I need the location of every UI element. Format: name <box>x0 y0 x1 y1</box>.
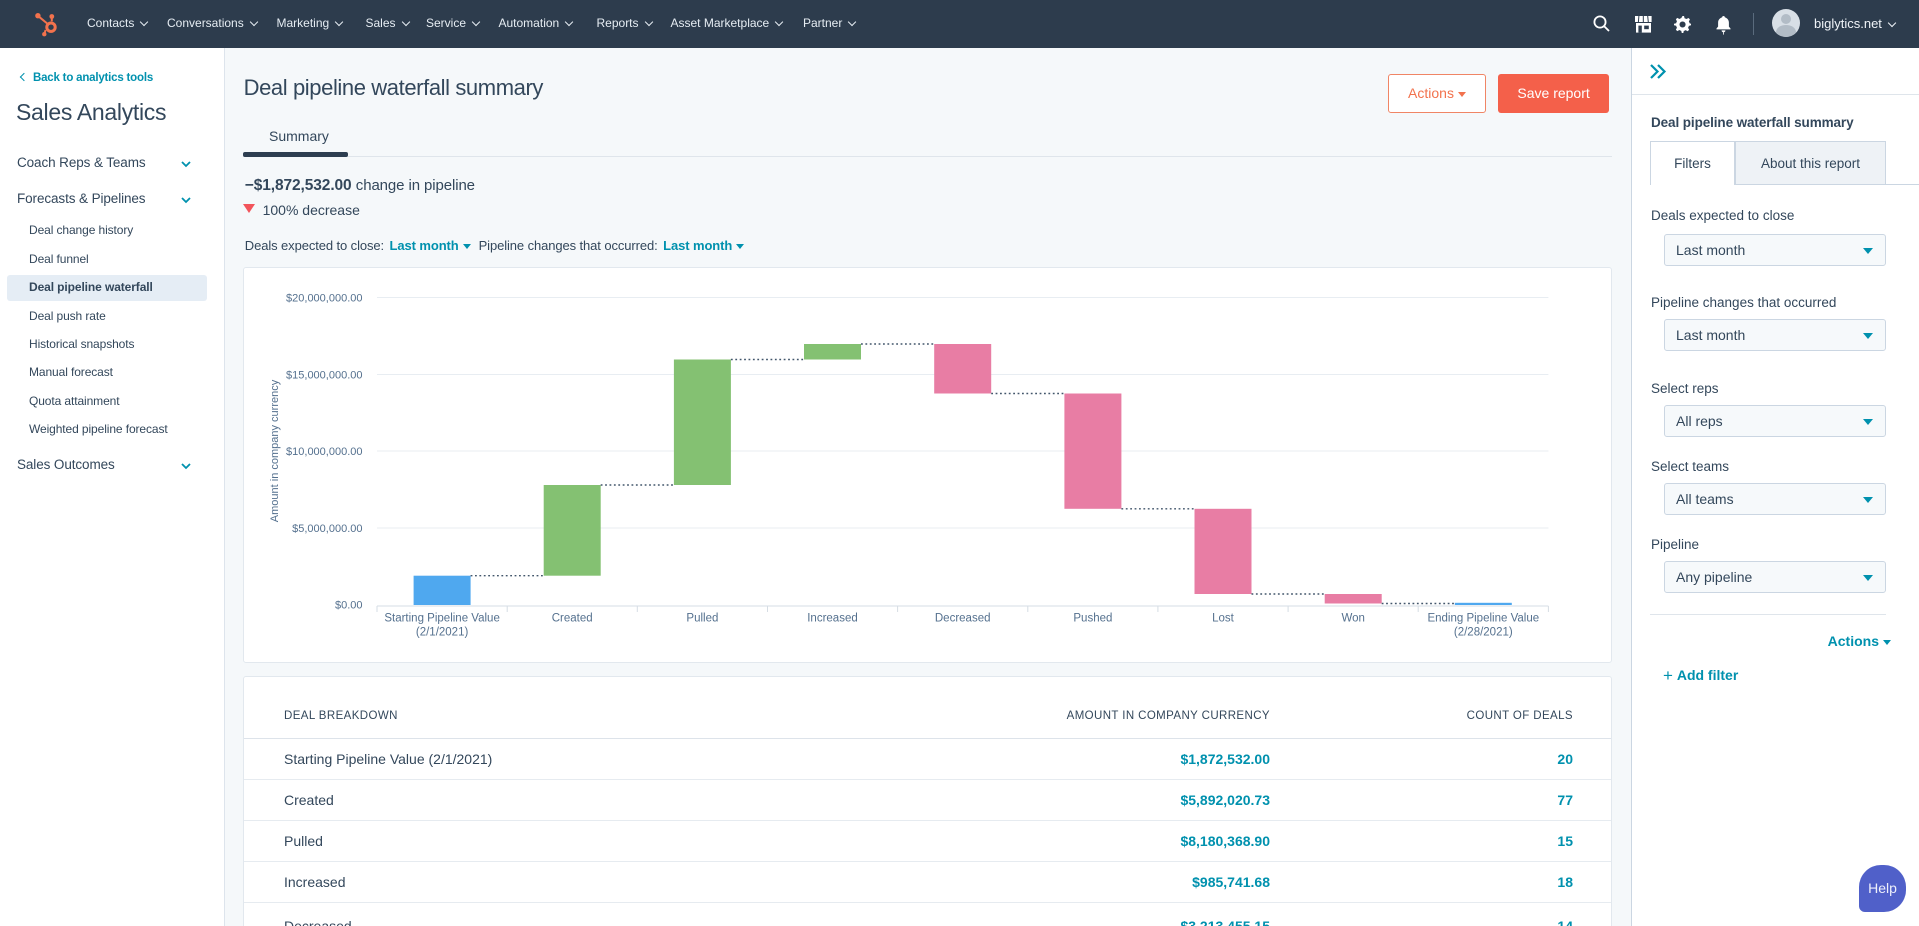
svg-text:$20,000,000.00: $20,000,000.00 <box>286 293 362 305</box>
svg-text:(2/28/2021): (2/28/2021) <box>1454 627 1513 639</box>
svg-text:Pulled: Pulled <box>686 613 718 625</box>
svg-text:$10,000,000.00: $10,000,000.00 <box>286 446 362 458</box>
svg-text:$15,000,000.00: $15,000,000.00 <box>286 370 362 382</box>
svg-text:Won: Won <box>1341 613 1364 625</box>
svg-text:Pushed: Pushed <box>1073 613 1112 625</box>
svg-text:Lost: Lost <box>1212 613 1235 625</box>
svg-text:Decreased: Decreased <box>935 613 991 625</box>
svg-text:Increased: Increased <box>807 613 858 625</box>
svg-text:$0.00: $0.00 <box>335 600 363 612</box>
svg-text:Amount in company currency: Amount in company currency <box>269 379 281 522</box>
svg-text:Starting Pipeline Value: Starting Pipeline Value <box>384 613 500 625</box>
svg-text:Created: Created <box>552 613 593 625</box>
svg-text:Ending Pipeline Value: Ending Pipeline Value <box>1427 613 1539 625</box>
svg-text:(2/1/2021): (2/1/2021) <box>416 627 469 639</box>
svg-text:$5,000,000.00: $5,000,000.00 <box>292 523 362 535</box>
